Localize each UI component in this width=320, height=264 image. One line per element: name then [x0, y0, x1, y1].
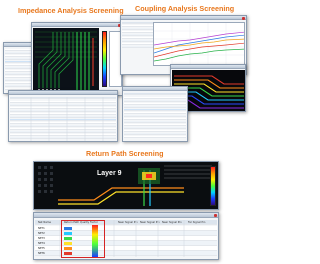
- coupling-plot[interactable]: [153, 22, 245, 66]
- coupling-results-window: [122, 86, 188, 142]
- coupling-section-title: Coupling Analysis Screening: [135, 4, 235, 13]
- pcb-traces: [33, 28, 99, 95]
- close-icon[interactable]: [242, 16, 245, 20]
- return-path-layout-window: Layer 9: [33, 161, 219, 210]
- return-path-section-title: Return Path Screening: [86, 149, 164, 158]
- return-path-pcb-view[interactable]: [34, 162, 218, 209]
- window-titlebar[interactable]: [123, 87, 187, 91]
- return-path-results-window: Net Name Return Path Quality Factor Near…: [33, 212, 219, 260]
- impedance-layout-window: [31, 22, 123, 96]
- return-path-heatmap: [34, 162, 218, 209]
- impedance-table-grid: [30, 97, 104, 141]
- quality-factor-highlight: [61, 220, 105, 258]
- window-titlebar[interactable]: [171, 65, 245, 69]
- layer-label: Layer 9: [97, 170, 122, 177]
- impedance-section-title: Impedance Analysis Screening: [18, 6, 124, 15]
- impedance-color-scale: [102, 31, 107, 87]
- coupling-plot-lines: [154, 23, 244, 65]
- window-titlebar[interactable]: [121, 16, 246, 20]
- return-path-color-scale: [210, 166, 216, 206]
- window-titlebar[interactable]: [32, 23, 122, 27]
- impedance-results-window: [8, 90, 118, 142]
- composite-screenshot: Impedance Analysis Screening Coupling An…: [0, 0, 250, 264]
- impedance-pcb-view[interactable]: [33, 28, 99, 95]
